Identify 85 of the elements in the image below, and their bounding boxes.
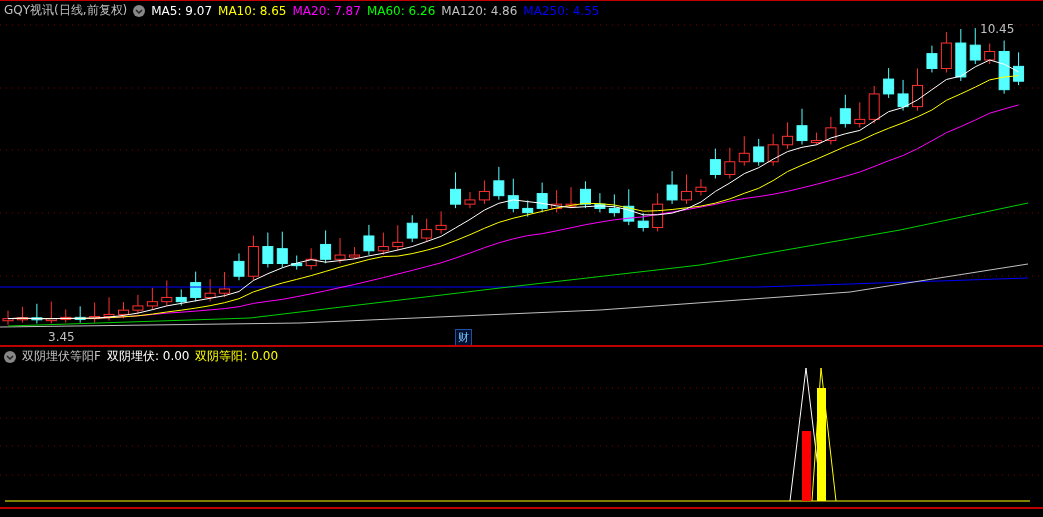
candlestick [435, 210, 447, 235]
candlestick [955, 28, 967, 82]
candlestick [854, 101, 866, 129]
candlestick [839, 94, 851, 129]
ma-readout: MA20: 7.87 [292, 3, 361, 18]
candlestick [464, 191, 476, 209]
candlestick [305, 247, 317, 271]
candlestick [738, 135, 750, 167]
candlestick [450, 171, 462, 209]
candlestick [233, 252, 245, 281]
candlestick [883, 67, 895, 99]
candlestick [392, 224, 404, 252]
candlestick [522, 199, 534, 218]
dropdown-icon[interactable] [4, 350, 16, 363]
signal-bar [802, 431, 811, 501]
candlestick [652, 192, 664, 232]
candlestick [767, 133, 779, 167]
ma-readout: MA10: 8.65 [218, 3, 287, 18]
candlestick [724, 147, 736, 179]
candlestick [810, 132, 822, 146]
candlestick [695, 178, 707, 196]
candlestick [666, 170, 678, 205]
candlestick [825, 116, 837, 146]
candlestick [608, 193, 620, 218]
ma-readout: MA120: 4.86 [441, 3, 518, 18]
candlestick [363, 224, 375, 256]
candlestick [912, 67, 923, 112]
candlestick [406, 214, 418, 243]
candlestick [984, 43, 996, 65]
candlestick [478, 179, 490, 205]
candlestick [623, 188, 635, 226]
candlestick [175, 288, 187, 307]
candlestick [551, 189, 563, 213]
candlestick [926, 45, 938, 73]
candlestick [349, 246, 360, 260]
candlestick [637, 212, 649, 232]
high-price-label: 10.45 [980, 22, 1015, 36]
candlestick [247, 235, 259, 281]
candlestick [16, 306, 28, 324]
candlestick [421, 218, 433, 243]
candlestick [132, 294, 144, 315]
indicator-readout: 双阴埋伏: 0.00 [106, 348, 190, 365]
candlestick [681, 173, 692, 205]
candlestick [493, 166, 505, 201]
candlestick [291, 255, 303, 271]
candlestick [579, 180, 591, 209]
candlestick [507, 178, 519, 213]
candlestick [74, 305, 86, 324]
candlestick [320, 229, 332, 264]
candlestick [334, 237, 346, 264]
candlestick [161, 279, 173, 307]
candlestick [262, 232, 274, 268]
candlestick [796, 108, 808, 146]
candlestick [782, 121, 794, 150]
candlestick [146, 287, 158, 311]
candlestick [940, 31, 952, 73]
candlestick [377, 232, 389, 256]
candlestick [753, 138, 765, 167]
dropdown-icon[interactable] [133, 4, 146, 17]
candlestick [969, 27, 981, 65]
candlestick [219, 271, 231, 298]
candlestick [204, 278, 216, 302]
candlestick [89, 302, 101, 324]
candlestick [60, 308, 72, 324]
chart-title: GQY视讯(日线,前复权) [4, 2, 128, 19]
candlestick [594, 192, 606, 213]
candlestick [897, 79, 909, 112]
candlestick [45, 301, 57, 324]
low-price-label: 3.45 [48, 330, 75, 344]
indicator-readout: 双阴等阳: 0.00 [195, 348, 279, 365]
candlestick [565, 186, 577, 209]
ma-readout: MA250: 4.55 [523, 3, 600, 18]
candlestick [868, 85, 880, 124]
candlestick [190, 271, 202, 302]
candlestick [536, 182, 548, 213]
candlestick [118, 301, 129, 319]
ma-readout: MA5: 9.07 [151, 3, 213, 18]
candlestick [276, 231, 288, 268]
candlestick [103, 296, 115, 321]
candlestick [709, 148, 721, 179]
ma-readout: MA60: 6.26 [366, 3, 436, 18]
candlestick [31, 303, 43, 324]
candlestick [1013, 51, 1025, 86]
candlestick [998, 40, 1010, 95]
indicator-title: 双阴埋伏等阳F [22, 348, 101, 365]
